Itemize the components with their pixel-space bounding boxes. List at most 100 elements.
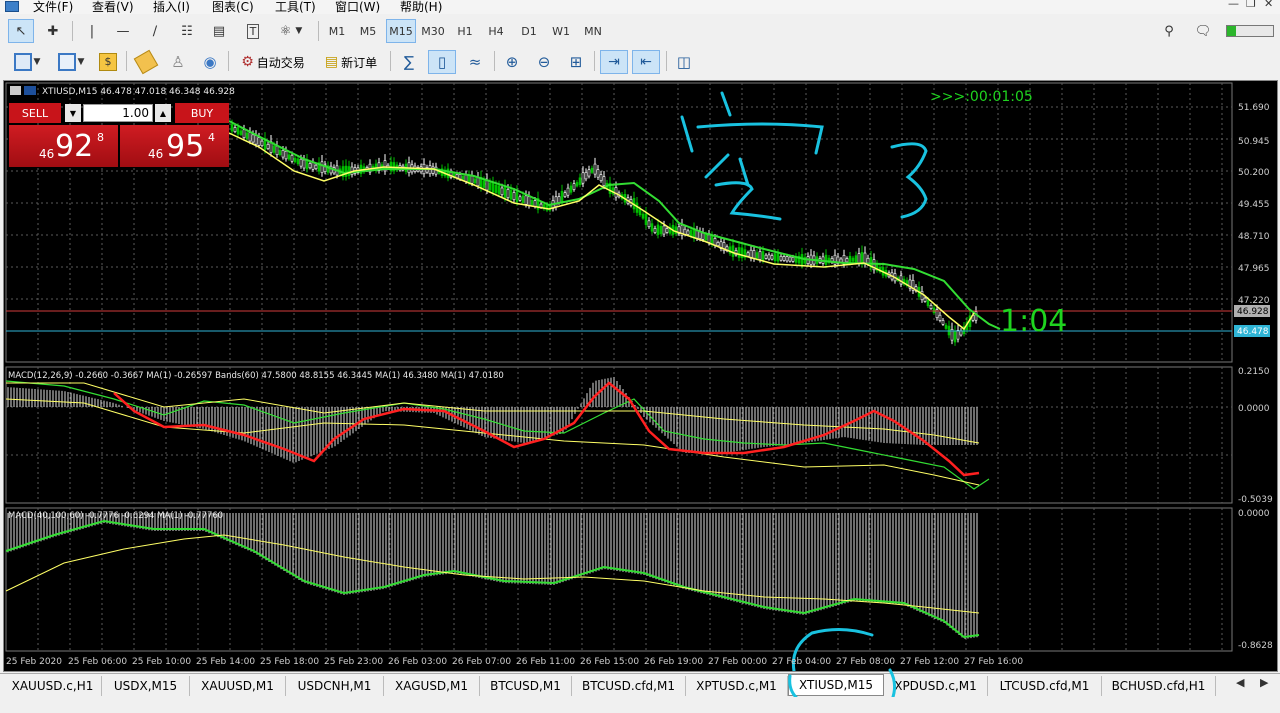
timeframe-d1[interactable]: D1 <box>514 19 544 43</box>
candle-body <box>665 228 669 233</box>
chart-canvas[interactable]: 51.690 50.945 50.200 49.455 48.710 47.96… <box>4 81 1277 673</box>
chart-tab[interactable]: BCHUSD.cfd,H1 <box>1102 676 1216 696</box>
lot-size-input[interactable] <box>83 104 153 122</box>
fibonacci-button[interactable]: ▤ <box>206 19 232 43</box>
sell-button[interactable]: SELL <box>9 103 61 123</box>
lot-decrease-button[interactable]: ▼ <box>65 104 81 122</box>
chart-tab[interactable]: BTCUSD.cfd,M1 <box>572 676 686 696</box>
sell-price-button[interactable]: 46 92 8 <box>9 125 118 167</box>
candle-body <box>923 297 927 302</box>
timeframe-h4[interactable]: H4 <box>481 19 511 43</box>
timeframe-mn[interactable]: MN <box>578 19 608 43</box>
buy-button[interactable]: BUY <box>175 103 229 123</box>
candle-body <box>272 145 276 153</box>
new-order-button[interactable]: ▤ 新订单 <box>318 50 384 74</box>
menu-file[interactable]: 文件(F) <box>33 0 73 15</box>
toolbar-standard: ▼ ▼ $ ♙ ◉ ⚙ 自动交易 ▤ 新订单 ∑ ▯ ≈ ⊕ ⊖ ⊞ ⇥ ⇤ ◫ <box>0 47 1280 78</box>
trend-line-icon: ∕ <box>152 23 158 39</box>
shapes-dropdown-button[interactable]: ⚛ ▼ <box>272 19 310 43</box>
search-button[interactable]: ⚲ <box>1158 19 1180 43</box>
timeframe-m30[interactable]: M30 <box>418 19 448 43</box>
menu-chart[interactable]: 图表(C) <box>212 0 254 15</box>
terminal-button[interactable]: ♙ <box>166 50 190 74</box>
auto-scroll-button[interactable]: ⇥ <box>600 50 628 74</box>
candle-body <box>239 130 243 135</box>
cursor-tool-button[interactable]: ↖ <box>8 19 34 43</box>
candle-body <box>230 123 234 132</box>
profiles-button[interactable]: ▼ <box>52 50 90 74</box>
channel-button[interactable]: ☷ <box>174 19 200 43</box>
one-click-trading-panel: SELL ▼ ▲ BUY 46 92 8 46 95 4 <box>9 103 229 169</box>
timeframe-m5[interactable]: M5 <box>353 19 383 43</box>
market-watch-button[interactable]: $ <box>96 50 120 74</box>
chart-tab[interactable]: LTCUSD.cfd,M1 <box>988 676 1102 696</box>
horizontal-line-button[interactable]: — <box>110 19 136 43</box>
candlestick-button[interactable]: ▯ <box>428 50 456 74</box>
zoom-in-button[interactable]: ⊕ <box>500 50 524 74</box>
toolbar-drawing: ↖ ✚ | — ∕ ☷ ▤ T ⚛ ▼ M1 M5 M15 M30 H1 H4 D… <box>0 17 1280 45</box>
chart-shift-button[interactable]: ⇤ <box>632 50 660 74</box>
tab-scroll-left-icon[interactable]: ◀ <box>1236 676 1244 689</box>
crosshair-tool-button[interactable]: ✚ <box>40 19 66 43</box>
candle-body <box>944 324 948 329</box>
menu-tools[interactable]: 工具(T) <box>275 0 316 15</box>
time-axis-label: 25 Feb 10:00 <box>132 657 191 667</box>
menu-window[interactable]: 窗口(W) <box>335 0 380 15</box>
chart-tab[interactable]: USDCNH,M1 <box>286 676 384 696</box>
menu-view[interactable]: 查看(V) <box>92 0 134 15</box>
chart-tabs-bar: XAUUSD.c,H1 USDX,M15 XAUUSD,M1 USDCNH,M1… <box>0 673 1280 698</box>
chart-tab-active[interactable]: XTIUSD,M15 <box>788 674 884 696</box>
trend-line-button[interactable]: ∕ <box>142 19 168 43</box>
close-icon[interactable]: ✕ <box>1264 0 1273 10</box>
candle-body <box>788 256 792 262</box>
timeframe-m15[interactable]: M15 <box>386 19 416 43</box>
candle-body <box>782 256 786 261</box>
chart-tab[interactable]: XAUUSD,M1 <box>190 676 286 696</box>
chart-tab[interactable]: XAUUSD.c,H1 <box>4 676 102 696</box>
menu-insert[interactable]: 插入(I) <box>153 0 190 15</box>
buy-price-button[interactable]: 46 95 4 <box>120 125 229 167</box>
tab-scroll-right-icon[interactable]: ▶ <box>1260 676 1268 689</box>
chart-tab[interactable]: USDX,M15 <box>102 676 190 696</box>
timeframe-m1[interactable]: M1 <box>322 19 352 43</box>
equidistant-channel-icon: ☷ <box>181 23 193 39</box>
chart-tab[interactable]: XPDUSD.c,M1 <box>884 676 988 696</box>
vertical-line-button[interactable]: | <box>80 19 104 43</box>
candle-body <box>941 320 945 325</box>
zoom-out-button[interactable]: ⊖ <box>532 50 556 74</box>
bar-chart-icon: ∑ <box>403 53 415 71</box>
candle-body <box>593 163 597 175</box>
candle-body <box>653 228 657 233</box>
shapes-icon: ⚛ <box>279 23 292 39</box>
autotrade-label: 自动交易 <box>256 55 305 70</box>
timeframe-h1[interactable]: H1 <box>450 19 480 43</box>
minimize-icon[interactable]: — <box>1228 0 1239 10</box>
tile-windows-button[interactable]: ⊞ <box>564 50 588 74</box>
menu-help[interactable]: 帮助(H) <box>400 0 442 15</box>
chat-button[interactable]: 🗨 <box>1190 19 1216 43</box>
sell-price-sup: 8 <box>97 131 104 144</box>
candle-body <box>431 166 435 174</box>
navigator-button[interactable] <box>133 49 159 75</box>
lot-increase-button[interactable]: ▲ <box>155 104 171 122</box>
autotrade-button[interactable]: ⚙ 自动交易 <box>234 50 312 74</box>
templates-button[interactable]: ◫ <box>672 50 696 74</box>
new-chart-button[interactable]: ▼ <box>8 50 46 74</box>
candle-body <box>242 129 246 138</box>
chart-tab[interactable]: XAGUSD,M1 <box>384 676 480 696</box>
bar-chart-button[interactable]: ∑ <box>396 50 422 74</box>
chart-tab[interactable]: BTCUSD,M1 <box>480 676 572 696</box>
chevron-down-icon: ▼ <box>77 57 85 67</box>
timeframe-w1[interactable]: W1 <box>546 19 576 43</box>
restore-icon[interactable]: ❐ <box>1246 0 1256 10</box>
candle-body <box>299 158 303 167</box>
candle-body <box>503 186 507 198</box>
price-axis-label: 50.200 <box>1238 168 1270 178</box>
text-tool-button[interactable]: T <box>240 19 266 43</box>
chart-tab[interactable]: XPTUSD.c,M1 <box>686 676 788 696</box>
candle-body <box>344 165 348 177</box>
chart-window[interactable]: 51.690 50.945 50.200 49.455 48.710 47.96… <box>3 80 1278 673</box>
candle-body <box>776 253 780 262</box>
line-chart-button[interactable]: ≈ <box>462 50 488 74</box>
signals-button[interactable]: ◉ <box>198 50 222 74</box>
